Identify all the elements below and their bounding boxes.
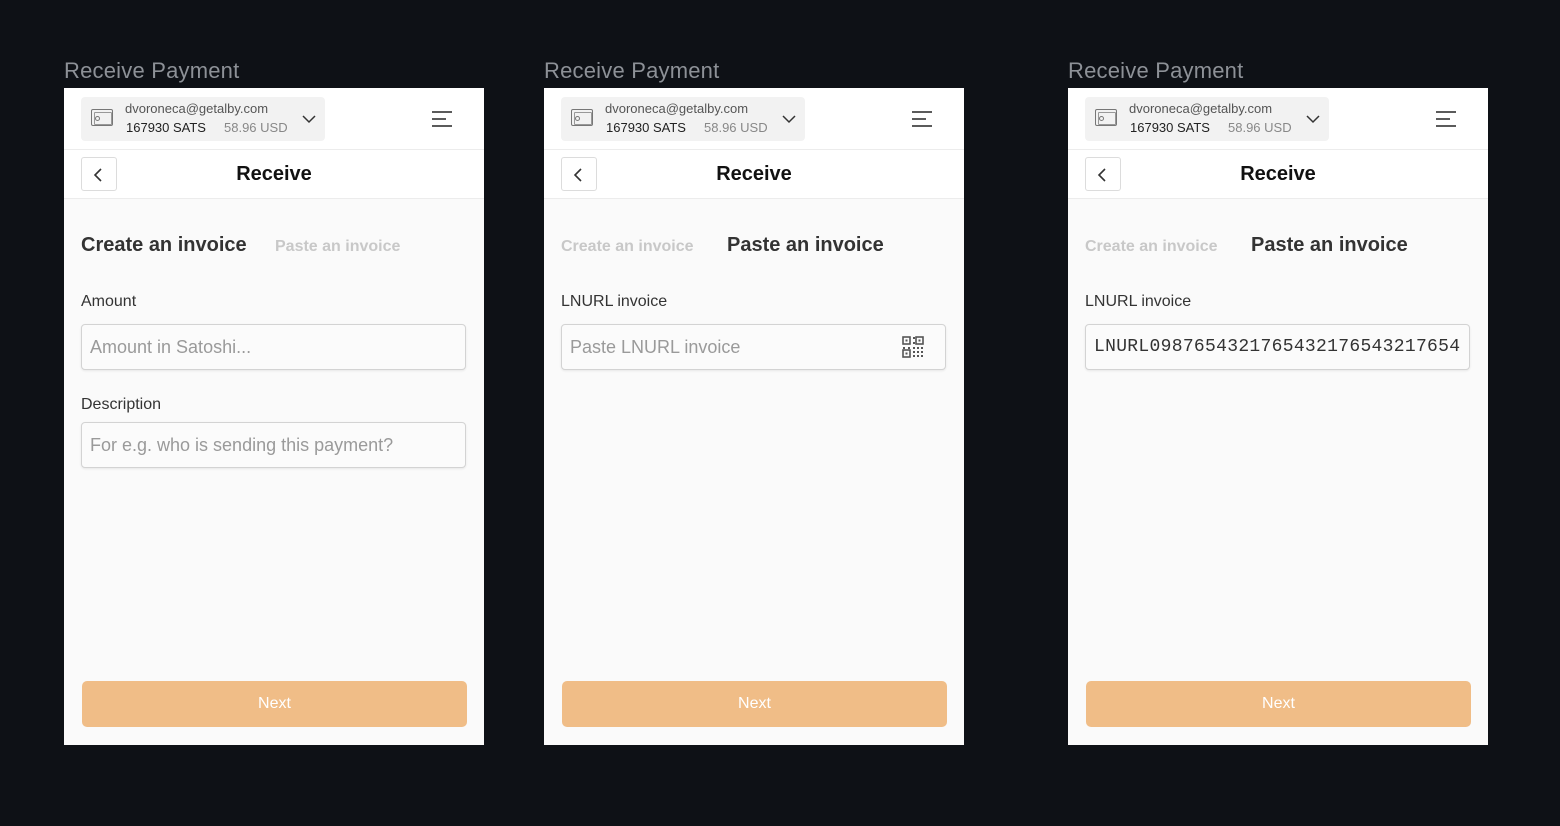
account-sats-balance: 167930 SATS: [606, 120, 686, 135]
qr-code-icon[interactable]: [902, 336, 924, 358]
wallet-icon: [91, 109, 113, 126]
screen-create-invoice: dvoroneca@getalby.com 167930 SATS 58.96 …: [64, 88, 484, 745]
lnurl-input[interactable]: [561, 324, 946, 370]
next-button[interactable]: Next: [82, 681, 467, 727]
tab-create-invoice[interactable]: Create an invoice: [561, 238, 694, 256]
wallet-icon: [571, 109, 593, 126]
top-bar: dvoroneca@getalby.com 167930 SATS 58.96 …: [1068, 88, 1488, 150]
account-sats-balance: 167930 SATS: [126, 120, 206, 135]
frame-label-1: Receive Payment: [64, 58, 240, 83]
chevron-down-icon: [1306, 115, 1320, 124]
description-label: Description: [81, 396, 162, 413]
tab-create-invoice[interactable]: Create an invoice: [81, 234, 247, 257]
account-selector[interactable]: dvoroneca@getalby.com 167930 SATS 58.96 …: [1085, 97, 1329, 141]
account-selector[interactable]: dvoroneca@getalby.com 167930 SATS 58.96 …: [81, 97, 325, 141]
menu-icon[interactable]: [1435, 110, 1457, 128]
description-input[interactable]: [81, 422, 466, 468]
page-title: Receive: [1240, 163, 1316, 185]
tab-paste-invoice[interactable]: Paste an invoice: [727, 234, 884, 257]
account-selector[interactable]: dvoroneca@getalby.com 167930 SATS 58.96 …: [561, 97, 805, 141]
lnurl-input[interactable]: [1085, 324, 1470, 370]
chevron-down-icon: [302, 115, 316, 124]
account-email: dvoroneca@getalby.com: [1129, 101, 1273, 116]
invoice-tabs: Create an invoice Paste an invoice: [81, 234, 467, 264]
account-usd-balance: 58.96 USD: [704, 120, 768, 135]
frame-label-3: Receive Payment: [1068, 58, 1244, 83]
account-email: dvoroneca@getalby.com: [125, 101, 269, 116]
sub-header: Receive: [544, 150, 964, 199]
next-button[interactable]: Next: [1086, 681, 1471, 727]
top-bar: dvoroneca@getalby.com 167930 SATS 58.96 …: [544, 88, 964, 150]
lnurl-label: LNURL invoice: [561, 293, 668, 310]
frame-label-2: Receive Payment: [544, 58, 720, 83]
tab-create-invoice[interactable]: Create an invoice: [1085, 238, 1218, 256]
account-email: dvoroneca@getalby.com: [605, 101, 749, 116]
page-title: Receive: [236, 163, 312, 185]
wallet-icon: [1095, 109, 1117, 126]
sub-header: Receive: [64, 150, 484, 199]
menu-icon[interactable]: [431, 110, 453, 128]
page-title: Receive: [716, 163, 792, 185]
sub-header: Receive: [1068, 150, 1488, 199]
top-bar: dvoroneca@getalby.com 167930 SATS 58.96 …: [64, 88, 484, 150]
screen-paste-invoice-empty: dvoroneca@getalby.com 167930 SATS 58.96 …: [544, 88, 964, 745]
next-button[interactable]: Next: [562, 681, 947, 727]
account-usd-balance: 58.96 USD: [1228, 120, 1292, 135]
amount-input[interactable]: [81, 324, 466, 370]
amount-label: Amount: [81, 293, 137, 310]
tab-paste-invoice[interactable]: Paste an invoice: [1251, 234, 1408, 257]
account-usd-balance: 58.96 USD: [224, 120, 288, 135]
account-sats-balance: 167930 SATS: [1130, 120, 1210, 135]
tab-paste-invoice[interactable]: Paste an invoice: [275, 238, 400, 256]
invoice-tabs: Create an invoice Paste an invoice: [561, 234, 947, 264]
chevron-down-icon: [782, 115, 796, 124]
screen-paste-invoice-filled: dvoroneca@getalby.com 167930 SATS 58.96 …: [1068, 88, 1488, 745]
lnurl-label: LNURL invoice: [1085, 293, 1192, 310]
invoice-tabs: Create an invoice Paste an invoice: [1085, 234, 1471, 264]
menu-icon[interactable]: [911, 110, 933, 128]
